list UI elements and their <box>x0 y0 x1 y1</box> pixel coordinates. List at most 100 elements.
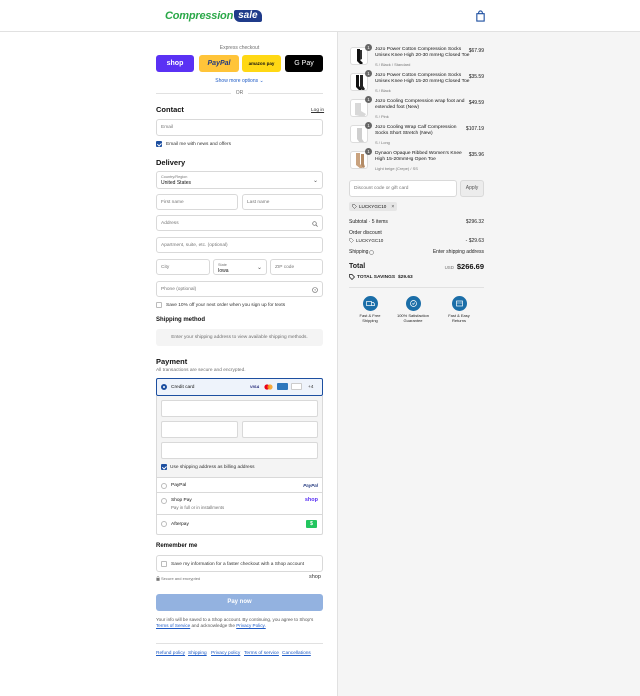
shipping-value: Enter shipping address <box>432 249 484 255</box>
badge-line: Returns <box>451 318 466 323</box>
address-field[interactable]: Address <box>156 215 323 231</box>
show-more-label: Show more options <box>215 78 259 84</box>
terms-of-service-footer-link[interactable]: Terms of service <box>244 651 279 656</box>
sock-icon <box>357 49 363 64</box>
secure-encrypted-label: Secure and encrypted <box>161 576 201 581</box>
shop-pay-option-label: Shop Pay <box>171 498 192 503</box>
subtotal-value: $296.32 <box>465 219 484 225</box>
pay-now-button[interactable]: Pay now <box>156 594 323 611</box>
shop-pay-option[interactable]: Shop Pay Pay in full or in installments … <box>156 493 323 515</box>
expiration-date-field[interactable] <box>161 421 238 438</box>
item-variant: S / Black <box>375 88 391 93</box>
cancellations-link[interactable]: Cancellations <box>282 651 311 656</box>
item-price: $107.19 <box>465 126 484 132</box>
item-quantity-badge: 1 <box>365 122 372 129</box>
security-code-field[interactable] <box>242 421 318 438</box>
amazon-pay-button[interactable]: amazon pay <box>242 55 281 72</box>
or-divider-right <box>248 93 323 94</box>
satisfaction-badge-icon <box>406 296 421 311</box>
zip-field[interactable]: ZIP code <box>270 259 323 275</box>
header: Compression sale <box>0 0 640 32</box>
card-number-field[interactable] <box>161 400 318 417</box>
last-name-field[interactable]: Last name <box>242 194 323 210</box>
apply-discount-button[interactable]: Apply <box>460 180 484 197</box>
tag-icon <box>352 204 357 209</box>
badge-line: Shipping <box>362 318 378 323</box>
order-discount-value: - $29.63 <box>465 238 484 244</box>
shop-pay-radio[interactable] <box>161 498 167 504</box>
zip-placeholder: ZIP code <box>275 264 295 270</box>
credit-card-option[interactable]: Credit card VISA +4 <box>156 378 323 396</box>
shipping-policy-link[interactable]: Shipping <box>188 651 207 656</box>
paypal-button[interactable]: PayPal <box>199 55 239 72</box>
billing-same-checkbox[interactable] <box>161 464 167 470</box>
phone-placeholder: Phone (optional) <box>161 286 197 292</box>
country-select[interactable]: Country/Region United States ⌄ <box>156 171 323 189</box>
news-offers-checkbox[interactable] <box>156 141 162 147</box>
remove-discount-icon[interactable]: × <box>391 204 394 210</box>
save-info-box[interactable]: Save my information for a faster checkou… <box>156 555 323 572</box>
state-select[interactable]: State Iowa ⌄ <box>213 259 267 275</box>
discover-icon <box>291 383 302 390</box>
amazon-pay-label: amazon pay <box>248 61 275 66</box>
help-icon[interactable]: ? <box>312 286 318 293</box>
logo-badge: sale <box>234 10 262 22</box>
item-price: $35.59 <box>468 74 484 80</box>
tag-icon <box>349 238 354 243</box>
shop-logo: shop <box>309 574 321 580</box>
order-discount-label: Order discount <box>349 230 382 236</box>
store-logo[interactable]: Compression sale <box>165 9 262 23</box>
phone-field[interactable]: Phone (optional) ? <box>156 281 323 297</box>
apartment-placeholder: Apartment, suite, etc. (optional) <box>161 242 228 248</box>
badge-line: Guarantee <box>403 318 423 323</box>
save-info-label: Save my information for a faster checkou… <box>171 562 305 567</box>
afterpay-radio[interactable] <box>161 521 167 527</box>
privacy-policy-link[interactable]: Privacy Policy. <box>236 623 266 628</box>
save-info-checkbox[interactable] <box>161 561 167 567</box>
first-name-field[interactable]: First name <box>156 194 238 210</box>
show-more-options-link[interactable]: Show more options ⌄ <box>156 78 323 84</box>
foot-wrap-icon <box>355 103 366 116</box>
item-quantity-badge: 1 <box>365 148 372 155</box>
info-icon[interactable] <box>369 249 374 255</box>
afterpay-option[interactable]: Afterpay $ <box>156 515 323 535</box>
item-price: $67.99 <box>468 48 484 54</box>
shipping-method-notice: Enter your shipping address to view avai… <box>156 329 323 346</box>
shipping-label: Shipping <box>349 249 369 255</box>
item-name: Jozo Cooling Compression wrap foot and e… <box>375 99 465 111</box>
search-icon <box>312 221 318 227</box>
refund-policy-link[interactable]: Refund policy <box>156 651 185 656</box>
item-quantity-badge: 1 <box>365 70 372 77</box>
privacy-policy-footer-link[interactable]: Privacy policy <box>211 651 240 656</box>
discount-code-field[interactable]: Discount code or gift card <box>349 180 457 197</box>
sms-offer-label: Save 10% off your next order when you si… <box>166 303 286 308</box>
google-pay-button[interactable]: G Pay <box>285 55 323 72</box>
item-name: Jozo Power Cotton Compression Socks Unis… <box>375 73 470 85</box>
credit-card-radio[interactable] <box>161 384 167 390</box>
last-name-placeholder: Last name <box>247 199 270 205</box>
billing-same-label: Use shipping address as billing address <box>170 465 255 470</box>
login-link[interactable]: Log in <box>311 108 324 113</box>
city-field[interactable]: City <box>156 259 210 275</box>
item-variant: S / Long <box>375 140 390 145</box>
shop-pay-button[interactable]: shop <box>156 55 194 72</box>
paypal-radio[interactable] <box>161 483 167 489</box>
mastercard-icon <box>264 384 273 390</box>
total-label: Total <box>349 263 366 270</box>
credit-card-label: Credit card <box>171 385 195 390</box>
sms-offer-checkbox[interactable] <box>156 302 162 308</box>
address-placeholder: Address <box>161 220 179 226</box>
total-amount: USD $266.69 <box>445 262 484 271</box>
state-label: State <box>218 263 227 267</box>
name-on-card-field[interactable] <box>161 442 318 459</box>
total-savings-value: $29.63 <box>398 275 413 280</box>
terms-of-service-link[interactable]: Terms of Service <box>156 623 190 628</box>
paypal-option[interactable]: PayPal PayPal <box>156 477 323 493</box>
country-value: United States <box>161 180 192 186</box>
total-value: $266.69 <box>456 262 484 271</box>
paypal-logo: PayPal <box>303 483 318 488</box>
applied-discount-tag: LUCKYGC10 × <box>349 202 398 211</box>
cart-icon[interactable] <box>475 10 486 22</box>
email-field[interactable]: Email <box>156 119 323 136</box>
apartment-field[interactable]: Apartment, suite, etc. (optional) <box>156 237 323 253</box>
